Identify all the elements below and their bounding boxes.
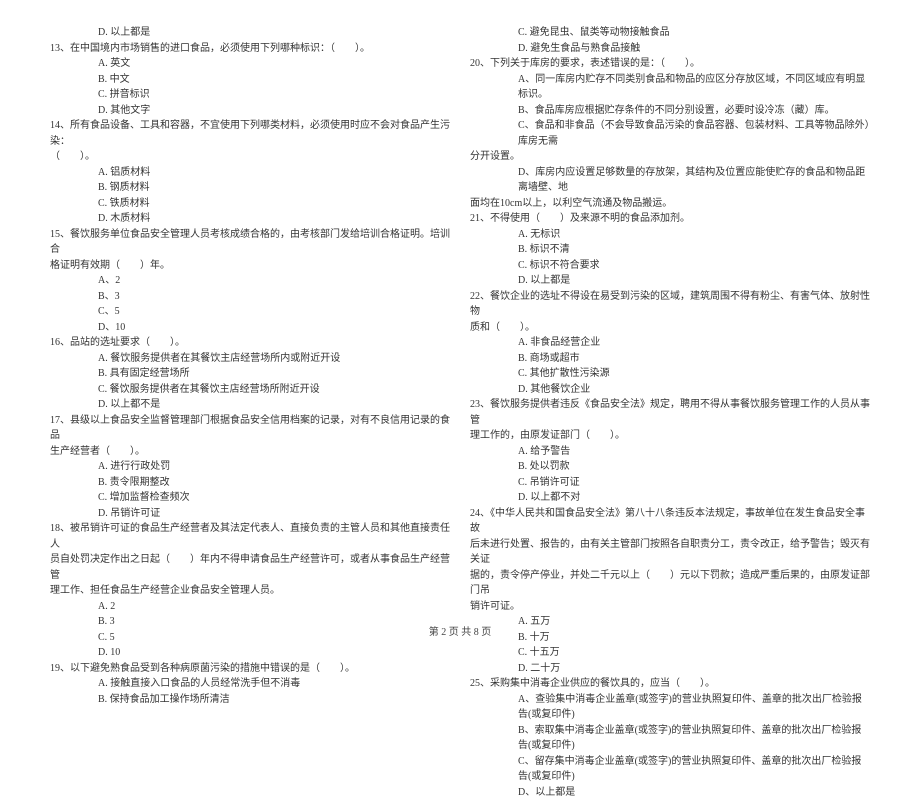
- q22-text: 22、餐饮企业的选址不得设在易受到污染的区域，建筑周围不得有粉尘、有害气体、放射…: [470, 289, 870, 320]
- q15-opt-c: C、5: [50, 304, 450, 320]
- q17-opt-d: D. 吊销许可证: [50, 506, 450, 522]
- q25-text: 25、采购集中消毒企业供应的餐饮具的，应当（ ）。: [470, 676, 870, 692]
- q22-opt-c: C. 其他扩散性污染源: [470, 366, 870, 382]
- q23-opt-a: A. 给予警告: [470, 444, 870, 460]
- q24-text: 24、《中华人民共和国食品安全法》第八十八条违反本法规定，事故单位在发生食品安全…: [470, 506, 870, 537]
- q16-opt-a: A. 餐饮服务提供者在其餐饮主店经营场所内或附近开设: [50, 351, 450, 367]
- q13-text: 13、在中国境内市场销售的进口食品，必须使用下列哪种标识：（ ）。: [50, 41, 450, 57]
- q15-opt-d: D、10: [50, 320, 450, 336]
- q21-opt-c: C. 标识不符合要求: [470, 258, 870, 274]
- q14-opt-d: D. 木质材料: [50, 211, 450, 227]
- q19-opt-b: B. 保持食品加工操作场所清洁: [50, 692, 450, 708]
- q25-opt-a: A、查验集中消毒企业盖章(或签字)的营业执照复印件、盖章的批次出厂检验报告(或复…: [470, 692, 870, 723]
- q18-cont2: 理工作、担任食品生产经营企业食品安全管理人员。: [50, 583, 450, 599]
- q13-opt-d: D. 其他文字: [50, 103, 450, 119]
- q13-opt-b: B. 中文: [50, 72, 450, 88]
- q20-opt-a: A、同一库房内贮存不同类别食品和物品的应区分存放区域，不同区域应有明显标识。: [470, 72, 870, 103]
- q21-text: 21、不得使用（ ）及来源不明的食品添加剂。: [470, 211, 870, 227]
- q15-opt-a: A、2: [50, 273, 450, 289]
- q17-opt-a: A. 进行行政处罚: [50, 459, 450, 475]
- q24-opt-d: D. 二十万: [470, 661, 870, 677]
- q15-opt-b: B、3: [50, 289, 450, 305]
- q22-opt-a: A. 非食品经营企业: [470, 335, 870, 351]
- q20-opt-d-cont: 面均在10cm以上，以利空气流通及物品搬运。: [470, 196, 870, 212]
- q23-text: 23、餐饮服务提供者违反《食品安全法》规定，聘用不得从事餐饮服务管理工作的人员从…: [470, 397, 870, 428]
- q16-opt-d: D. 以上都不是: [50, 397, 450, 413]
- q15-cont: 格证明有效期（ ）年。: [50, 258, 450, 274]
- q21-opt-d: D. 以上都是: [470, 273, 870, 289]
- q22-cont: 质和（ ）。: [470, 320, 870, 336]
- q19-text: 19、以下避免熟食品受到各种病原菌污染的措施中错误的是（ ）。: [50, 661, 450, 677]
- q16-text: 16、品站的选址要求（ ）。: [50, 335, 450, 351]
- q14-text: 14、所有食品设备、工具和容器，不宜使用下列哪类材料，必须使用时应不会对食品产生…: [50, 118, 450, 149]
- q22-opt-b: B. 商场或超市: [470, 351, 870, 367]
- q15-text: 15、餐饮服务单位食品安全管理人员考核成绩合格的，由考核部门发给培训合格证明。培…: [50, 227, 450, 258]
- q21-opt-b: B. 标识不清: [470, 242, 870, 258]
- q14-opt-b: B. 钢质材料: [50, 180, 450, 196]
- q20-opt-d: D、库房内应设置足够数量的存放架，其结构及位置应能使贮存的食品和物品距离墙壁、地: [470, 165, 870, 196]
- q20-opt-b: B、食品库房应根据贮存条件的不同分别设置，必要时设冷冻（藏）库。: [470, 103, 870, 119]
- q24-cont: 后未进行处置、报告的，由有关主管部门按照各自职责分工，责令改正，给予警告；毁灭有…: [470, 537, 870, 568]
- q13-opt-c: C. 拼音标识: [50, 87, 450, 103]
- q20-opt-c-cont: 分开设置。: [470, 149, 870, 165]
- q19-opt-a: A. 接触直接入口食品的人员经常洗手但不消毒: [50, 676, 450, 692]
- q12-opt-d: D. 以上都是: [50, 25, 450, 41]
- q19-opt-c: C. 避免昆虫、鼠类等动物接触食品: [470, 25, 870, 41]
- q20-opt-c: C、食品和非食品（不会导致食品污染的食品容器、包装材料、工具等物品除外）库房无需: [470, 118, 870, 149]
- q19-opt-d: D. 避免生食品与熟食品接触: [470, 41, 870, 57]
- q25-opt-b: B、索取集中消毒企业盖章(或签字)的营业执照复印件、盖章的批次出厂检验报告(或复…: [470, 723, 870, 754]
- q24-opt-c: C. 十五万: [470, 645, 870, 661]
- q17-opt-b: B. 责令限期整改: [50, 475, 450, 491]
- q18-opt-d: D. 10: [50, 645, 450, 661]
- q14-opt-a: A. 铝质材料: [50, 165, 450, 181]
- right-column: C. 避免昆虫、鼠类等动物接触食品 D. 避免生食品与熟食品接触 20、下列关于…: [470, 25, 870, 605]
- page-columns: D. 以上都是 13、在中国境内市场销售的进口食品，必须使用下列哪种标识：（ ）…: [50, 25, 870, 605]
- q13-opt-a: A. 英文: [50, 56, 450, 72]
- q17-cont: 生产经营者（ ）。: [50, 444, 450, 460]
- q23-cont: 理工作的，由原发证部门（ ）。: [470, 428, 870, 444]
- q25-opt-c: C、留存集中消毒企业盖章(或签字)的营业执照复印件、盖章的批次出厂检验报告(或复…: [470, 754, 870, 785]
- q16-opt-b: B. 具有固定经营场所: [50, 366, 450, 382]
- q21-opt-a: A. 无标识: [470, 227, 870, 243]
- q22-opt-d: D. 其他餐饮企业: [470, 382, 870, 398]
- q24-cont3: 销许可证。: [470, 599, 870, 615]
- q18-text: 18、被吊销许可证的食品生产经营者及其法定代表人、直接负责的主管人员和其他直接责…: [50, 521, 450, 552]
- q18-opt-a: A. 2: [50, 599, 450, 615]
- page-footer: 第 2 页 共 8 页: [0, 623, 920, 638]
- q23-opt-b: B. 处以罚款: [470, 459, 870, 475]
- q17-text: 17、县级以上食品安全监督管理部门根据食品安全信用档案的记录，对有不良信用记录的…: [50, 413, 450, 444]
- q23-opt-c: C. 吊销许可证: [470, 475, 870, 491]
- q23-opt-d: D. 以上都不对: [470, 490, 870, 506]
- q24-cont2: 据的，责令停产停业，并处二千元以上（ ）元以下罚款；造成严重后果的，由原发证部门…: [470, 568, 870, 599]
- q18-cont: 员自处罚决定作出之日起（ ）年内不得申请食品生产经营许可，或者从事食品生产经营管: [50, 552, 450, 583]
- q14-cont: （ ）。: [50, 149, 450, 165]
- left-column: D. 以上都是 13、在中国境内市场销售的进口食品，必须使用下列哪种标识：（ ）…: [50, 25, 450, 605]
- q14-opt-c: C. 铁质材料: [50, 196, 450, 212]
- q16-opt-c: C. 餐饮服务提供者在其餐饮主店经营场所附近开设: [50, 382, 450, 398]
- q25-opt-d: D、以上都是: [470, 785, 870, 800]
- q20-text: 20、下列关于库房的要求，表述错误的是：（ ）。: [470, 56, 870, 72]
- q17-opt-c: C. 增加监督检查频次: [50, 490, 450, 506]
